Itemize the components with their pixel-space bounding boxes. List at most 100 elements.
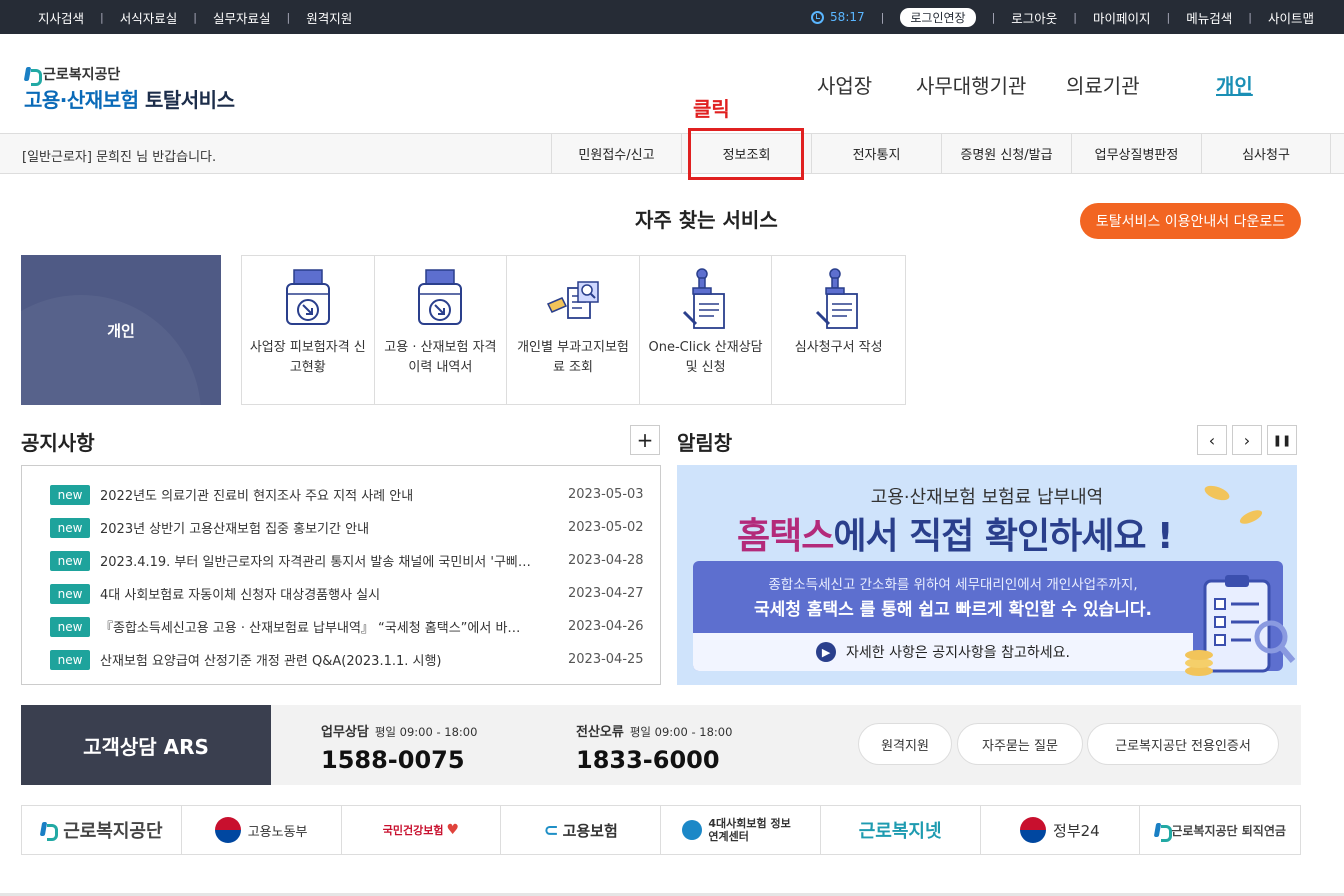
related-sites: 근로복지공단 고용노동부 국민건강보험 ♥ ⊂ 고용보험 4대사회보험 정보연계… [21,805,1301,855]
banner-panel-line2: 국세청 홈택스 를 통해 쉽고 빠르게 확인할 수 있습니다. [754,600,1152,620]
ei-logo-icon: ⊂ [543,819,559,841]
forms-library-link[interactable]: 서식자료실 [120,8,178,27]
login-extend-button[interactable]: 로그인연장 [900,7,976,27]
divider: | [880,10,885,24]
ars-business-number[interactable]: 1588-0075 [321,746,477,774]
click-annotation: 클릭 [693,97,730,121]
comwel-logo-icon [24,66,42,86]
service-tile-oneclick-consult[interactable]: One-Click 산재상담 및 신청 [640,256,773,404]
remote-support-link[interactable]: 원격지원 [306,8,352,27]
practice-library-link[interactable]: 실무자료실 [213,8,271,27]
service-tile-label: 사업장 피보험자격 신고현황 [249,340,366,375]
faq-button[interactable]: 자주묻는 질문 [957,723,1083,765]
subnav-e-notice[interactable]: 전자통지 [811,134,941,173]
footer-logo-welfarenet[interactable]: 근로복지넷 [821,806,981,854]
printer-arrow-icon [285,269,330,325]
mypage-link[interactable]: 마이페이지 [1093,8,1151,27]
footer-logo-comwel[interactable]: 근로복지공단 [22,806,182,854]
service-tile-qualification-history[interactable]: 고용 · 산재보험 자격 이력 내역서 [375,256,508,404]
footer-logo-pension[interactable]: 근로복지공단 퇴직연금 [1140,806,1300,854]
footer-logo-label: 근로복지공단 퇴직연금 [1171,823,1286,838]
notice-item[interactable]: new 2023.4.19. 부터 일반근로자의 자격관리 통지서 발송 채널에… [22,544,660,577]
subnav-disease-judgement[interactable]: 업무상질병판정 [1071,134,1201,173]
notice-item[interactable]: new 『종합소득세신고용 고용 · 산재보험료 납부내역』 “국세청 홈택스”… [22,610,660,643]
nav-personal[interactable]: 개인 [1216,70,1253,99]
notice-text: 산재보험 요양급여 산정기준 개정 관련 Q&A(2023.1.1. 시행) [100,654,442,669]
site-title[interactable]: 고용·산재보험 토탈서비스 [24,84,235,113]
chevron-right-icon: › [1243,430,1251,450]
divider: | [1248,10,1252,24]
new-badge: new [50,517,90,538]
subnav-review-request[interactable]: 심사청구 [1201,134,1331,173]
service-tile-premium-inquiry[interactable]: 개인별 부과고지보험료 조회 [507,256,640,404]
session-timer-value: 58:17 [830,10,865,24]
footer-logo-4insure[interactable]: 4대사회보험 정보연계센터 [661,806,821,854]
banner-pause-button[interactable]: ❚❚ [1267,425,1297,455]
footer-logo-label: 고용노동부 [247,824,308,840]
notice-item[interactable]: new 2023년 상반기 고용산재보험 집중 홍보기간 안내 2023-05-… [22,511,660,544]
site-title-sub: 토탈서비스 [144,88,235,112]
notices-title: 공지사항 [21,431,95,455]
stamp-document-icon [815,268,858,329]
remote-support-button[interactable]: 원격지원 [858,723,952,765]
banner-next-button[interactable]: › [1232,425,1262,455]
certificate-button[interactable]: 근로복지공단 전용인증서 [1087,723,1279,765]
ars-business-label: 업무상담 [321,725,369,740]
taegeuk-icon [214,817,241,843]
footer-logo-moel[interactable]: 고용노동부 [182,806,342,854]
ars-business-header: 업무상담 평일 09:00 - 18:00 [321,721,477,740]
session-timer: 58:17 [811,10,865,24]
banner-prev-button[interactable]: ‹ [1197,425,1227,455]
banner-panel-footer[interactable]: ▶ 자세한 사항은 공지사항을 참고하세요. [693,633,1193,671]
service-category-personal[interactable]: 개인 [21,255,221,405]
notice-date: 2023-05-03 [568,487,644,502]
service-tile-label: 개인별 부과고지보험료 조회 [517,340,629,375]
notice-text: 『종합소득세신고용 고용 · 산재보험료 납부내역』 “국세청 홈택스”에서 바… [100,621,521,636]
ars-business-consult: 업무상담 평일 09:00 - 18:00 1588-0075 [321,721,477,774]
banner-headline-rest: 에서 직접 확인하세요 ! [833,516,1173,557]
footer-logo-gov24[interactable]: 정부24 [981,806,1141,854]
nav-workplace[interactable]: 사업장 [817,70,872,99]
guide-download-button[interactable]: 토탈서비스 이용안내서 다운로드 [1080,203,1301,239]
notice-item[interactable]: new 4대 사회보험료 자동이체 신청자 대상경품행사 실시 2023-04-… [22,577,660,610]
service-category-label: 개인 [107,321,135,340]
new-badge: new [50,550,90,571]
notice-date: 2023-04-25 [568,652,644,667]
service-tiles: 사업장 피보험자격 신고현황 고용 · 산재보험 자격 이력 내역서 개인별 부… [241,255,906,405]
sitemap-link[interactable]: 사이트맵 [1268,8,1314,27]
nav-agency[interactable]: 사무대행기관 [916,70,1026,99]
top-left-links: 지사검색 | 서식자료실 | 실무자료실 | 원격지원 [38,0,352,34]
taegeuk-icon [1020,817,1047,843]
subnav-civil-application[interactable]: 민원접수/신고 [551,134,681,173]
comwel-logo-icon [40,821,60,841]
footer-logo-label: 국민건강보험 [382,824,444,837]
notice-text: 4대 사회보험료 자동이체 신청자 대상경품행사 실시 [100,588,381,603]
service-tile-review-request-form[interactable]: 심사청구서 작성 [772,256,905,404]
notice-text: 2023년 상반기 고용산재보험 집중 홍보기간 안내 [100,522,370,537]
notice-text: 2022년도 의료기관 진료비 현지조사 주요 지적 사례 안내 [100,489,414,504]
notice-item[interactable]: new 산재보험 요양급여 산정기준 개정 관련 Q&A(2023.1.1. 시… [22,643,660,676]
chevron-left-icon: ‹ [1208,430,1216,450]
ars-error-number[interactable]: 1833-6000 [576,746,732,774]
notice-item[interactable]: new 2022년도 의료기관 진료비 현지조사 주요 지적 사례 안내 202… [22,478,660,511]
banner-panel-footer-text: 자세한 사항은 공지사항을 참고하세요. [846,645,1070,661]
site-logo[interactable]: 근로복지공단 [24,64,120,86]
footer-logo-label: 4대사회보험 정보연계센터 [708,817,791,843]
new-badge: new [50,616,90,637]
branch-search-link[interactable]: 지사검색 [38,8,84,27]
subnav-certificate[interactable]: 증명원 신청/발급 [941,134,1071,173]
logout-link[interactable]: 로그아웃 [1011,8,1057,27]
ars-system-error: 전산오류 평일 09:00 - 18:00 1833-6000 [576,721,732,774]
footer-logo-nhis[interactable]: 국민건강보험 ♥ [342,806,502,854]
service-tile-label: 고용 · 산재보험 자격 이력 내역서 [384,340,497,375]
service-tile-label: One-Click 산재상담 및 신청 [648,340,763,375]
service-tile-workplace-qualification[interactable]: 사업장 피보험자격 신고현황 [242,256,375,404]
footer-logo-ei[interactable]: ⊂ 고용보험 [501,806,661,854]
user-name: 문희진 [96,150,132,165]
alarm-title: 알림창 [677,431,733,455]
alarm-banner[interactable]: 고용·산재보험 보험료 납부내역 홈택스에서 직접 확인하세요 ! 종합소득세신… [677,465,1297,685]
menu-search-link[interactable]: 메뉴검색 [1186,8,1232,27]
nav-medical[interactable]: 의료기관 [1066,70,1140,99]
notices-more-button[interactable]: + [630,425,660,455]
ars-contact-bar: 고객상담 ARS 업무상담 평일 09:00 - 18:00 1588-0075 … [21,705,1301,785]
